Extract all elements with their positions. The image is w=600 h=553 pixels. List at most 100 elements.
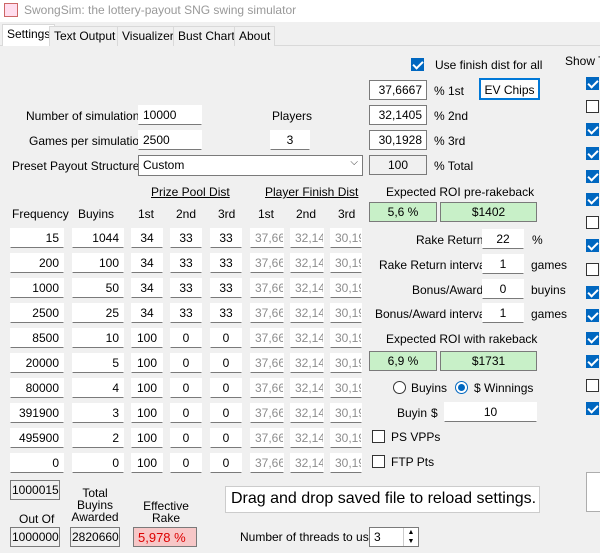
frequency-input[interactable]: 495900: [10, 428, 64, 448]
prize-3rd-input[interactable]: 33: [210, 228, 242, 248]
buyin-input[interactable]: 10: [444, 402, 537, 422]
bonus-input[interactable]: 0: [482, 279, 524, 299]
tab-visualizer[interactable]: Visualizer: [117, 26, 179, 46]
show-checkbox[interactable]: [586, 77, 599, 90]
frequency-input[interactable]: 80000: [10, 378, 64, 398]
prize-2nd-input[interactable]: 33: [170, 303, 202, 323]
buyins-input[interactable]: 50: [72, 278, 124, 298]
spin-up-icon[interactable]: ▲: [403, 528, 418, 537]
show-checkbox[interactable]: [586, 123, 599, 137]
prize-2nd-input[interactable]: 33: [170, 253, 202, 273]
buyins-input[interactable]: 10: [72, 328, 124, 348]
finish-2nd-value: 32,14: [290, 378, 324, 398]
winnings-radio[interactable]: [455, 381, 468, 394]
frequency-input[interactable]: 0: [10, 453, 64, 473]
prize-1st-input[interactable]: 34: [131, 228, 163, 248]
prize-2nd-input[interactable]: 33: [170, 228, 202, 248]
prize-2nd-input[interactable]: 0: [170, 428, 202, 448]
show-checkbox[interactable]: [586, 332, 599, 346]
prize-1st-input[interactable]: 100: [131, 378, 163, 398]
buyins-input[interactable]: 4: [72, 378, 124, 398]
prize-1st-input[interactable]: 34: [131, 303, 163, 323]
preset-combo[interactable]: Custom ⌵: [138, 155, 363, 176]
finish-3rd-value: 30,19: [330, 228, 362, 248]
partial-button[interactable]: [586, 472, 600, 512]
frequency-input[interactable]: 20000: [10, 353, 64, 373]
show-checkbox[interactable]: [586, 355, 599, 369]
buyins-input[interactable]: 5: [72, 353, 124, 373]
prize-3rd-input[interactable]: 0: [210, 353, 242, 373]
frequency-input[interactable]: 200: [10, 253, 64, 273]
show-checkbox[interactable]: [586, 262, 599, 276]
prize-2nd-input[interactable]: 33: [170, 278, 202, 298]
tab-text-output[interactable]: Text Output: [49, 26, 121, 46]
show-checkbox[interactable]: [586, 239, 599, 253]
finish-pct-2nd-input[interactable]: 32,1405: [369, 105, 427, 125]
spin-down-icon[interactable]: ▼: [403, 537, 418, 546]
prize-1st-input[interactable]: 100: [131, 428, 163, 448]
col-prize-2nd: 2nd: [176, 207, 197, 221]
prize-1st-input[interactable]: 100: [131, 353, 163, 373]
frequency-input[interactable]: 391900: [10, 403, 64, 423]
buyins-input[interactable]: 2: [72, 428, 124, 448]
buyins-input[interactable]: 25: [72, 303, 124, 323]
finish-3rd-value: 30,19: [330, 278, 362, 298]
frequency-input[interactable]: 8500: [10, 328, 64, 348]
prize-3rd-input[interactable]: 0: [210, 378, 242, 398]
show-checkbox[interactable]: [586, 378, 599, 392]
prize-2nd-input[interactable]: 0: [170, 353, 202, 373]
ftp-pts-checkbox[interactable]: [372, 455, 385, 468]
buyins-radio[interactable]: [393, 381, 406, 394]
show-checkbox[interactable]: [586, 285, 599, 299]
players-input[interactable]: 3: [270, 130, 310, 150]
show-checkbox[interactable]: [586, 401, 599, 415]
use-finish-dist-checkbox[interactable]: [411, 58, 424, 71]
prize-1st-input[interactable]: 34: [131, 278, 163, 298]
prize-1st-input[interactable]: 100: [131, 328, 163, 348]
prize-1st-input[interactable]: 100: [131, 403, 163, 423]
prize-1st-input[interactable]: 34: [131, 253, 163, 273]
prize-2nd-input[interactable]: 0: [170, 378, 202, 398]
frequency-input[interactable]: 2500: [10, 303, 64, 323]
num-sims-label: Number of simulations: [26, 109, 146, 123]
prize-3rd-input[interactable]: 33: [210, 253, 242, 273]
tab-bust-chart[interactable]: Bust Chart: [173, 26, 240, 46]
prize-3rd-input[interactable]: 33: [210, 278, 242, 298]
finish-pct-1st-input[interactable]: 37,6667: [369, 80, 427, 100]
prize-2nd-input[interactable]: 0: [170, 403, 202, 423]
rake-return-input[interactable]: 22: [482, 229, 524, 249]
rake-interval-input[interactable]: 1: [482, 254, 524, 274]
prize-3rd-input[interactable]: 0: [210, 328, 242, 348]
prize-2nd-input[interactable]: 0: [170, 453, 202, 473]
num-sims-input[interactable]: 10000: [138, 105, 202, 125]
col-prize-3rd: 3rd: [218, 207, 236, 221]
bonus-interval-input[interactable]: 1: [482, 303, 524, 323]
frequency-input[interactable]: 15: [10, 228, 64, 248]
buyins-input[interactable]: 100: [72, 253, 124, 273]
games-per-sim-input[interactable]: 2500: [138, 130, 202, 150]
show-checkbox[interactable]: [586, 169, 599, 183]
prize-3rd-input[interactable]: 0: [210, 428, 242, 448]
show-checkbox[interactable]: [586, 146, 599, 160]
prize-3rd-input[interactable]: 0: [210, 403, 242, 423]
prize-2nd-input[interactable]: 0: [170, 328, 202, 348]
ev-chips-button[interactable]: EV Chips: [479, 78, 540, 100]
tab-about[interactable]: About: [234, 26, 276, 46]
buyins-input[interactable]: 1044: [72, 228, 124, 248]
show-checkbox[interactable]: [586, 100, 599, 114]
buyin-currency: $: [431, 406, 438, 420]
prize-1st-input[interactable]: 100: [131, 453, 163, 473]
show-checkbox[interactable]: [586, 216, 599, 230]
buyins-input[interactable]: 3: [72, 403, 124, 423]
drag-drop-area[interactable]: Drag and drop saved file to reload setti…: [225, 486, 540, 513]
prize-3rd-input[interactable]: 0: [210, 453, 242, 473]
show-checkbox[interactable]: [586, 309, 599, 322]
ps-vpps-checkbox[interactable]: [372, 430, 385, 443]
frequency-input[interactable]: 1000: [10, 278, 64, 298]
tab-settings[interactable]: Settings: [2, 24, 56, 47]
finish-2nd-value: 32,14: [290, 453, 324, 473]
finish-pct-3rd-input[interactable]: 30,1928: [369, 130, 427, 150]
buyins-input[interactable]: 0: [72, 453, 124, 473]
prize-3rd-input[interactable]: 33: [210, 303, 242, 323]
show-checkbox[interactable]: [586, 193, 599, 206]
